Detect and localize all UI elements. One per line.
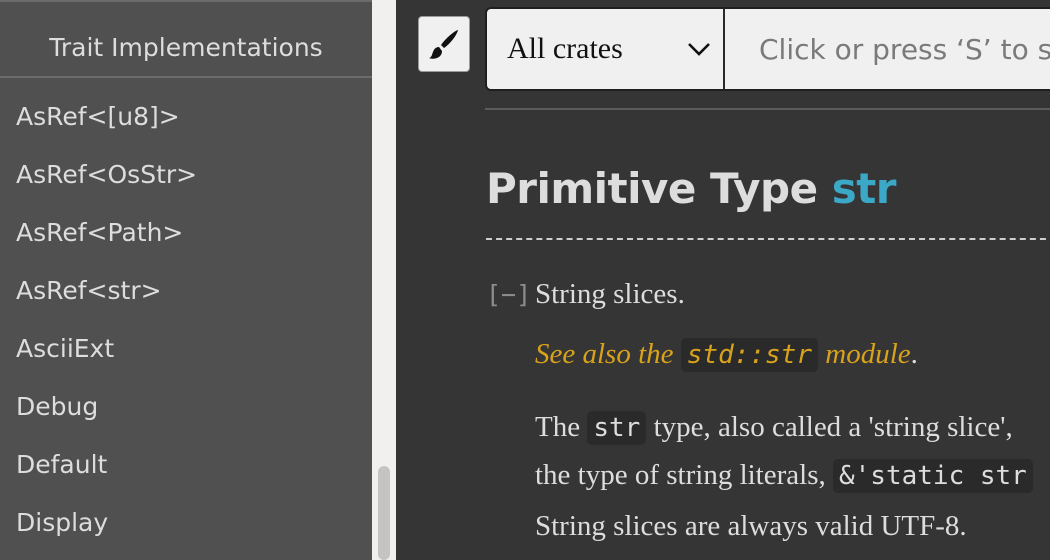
summary-text: String slices. [535, 278, 685, 310]
sidebar-item-asref-str[interactable]: AsRef<str> [16, 262, 197, 320]
see-also-note: See also the std::str module. [535, 338, 918, 372]
sidebar: Trait Implementations AsRef<[u8]> AsRef<… [0, 0, 372, 560]
page-title-type-name[interactable]: str [832, 164, 897, 213]
see-also-suffix[interactable]: module [825, 338, 910, 370]
see-also-period: . [910, 338, 918, 370]
sidebar-item-default[interactable]: Default [16, 436, 197, 494]
theme-picker-button[interactable] [418, 16, 470, 72]
utf8-note: String slices are always valid UTF-8. [535, 510, 967, 542]
sidebar-item-display[interactable]: Display [16, 494, 197, 552]
sidebar-section-title[interactable]: Trait Implementations [0, 0, 372, 78]
sidebar-list: AsRef<[u8]> AsRef<OsStr> AsRef<Path> AsR… [16, 88, 197, 552]
desc-line1-prefix: The [535, 411, 581, 443]
str-code: str [587, 411, 647, 445]
description-line-2: the type of string literals, &'static st… [535, 452, 1033, 500]
page-title: Primitive Type str [486, 164, 897, 213]
desc-line2-prefix: the type of string literals, [535, 459, 826, 491]
crate-select[interactable]: All crates [487, 9, 725, 89]
search-input[interactable] [725, 9, 1050, 89]
static-str-code: &'static str [833, 459, 1033, 493]
crate-select-value: All crates [507, 32, 623, 65]
sidebar-scrollbar-thumb[interactable] [378, 466, 390, 560]
main-content: All crates Primitive Type str [−] String… [396, 0, 1050, 560]
sidebar-item-debug[interactable]: Debug [16, 378, 197, 436]
chevron-down-icon [688, 43, 710, 56]
desc-line1-suffix: type, also called a 'string slice', [653, 411, 1013, 443]
see-also-prefix: See also the [535, 338, 674, 370]
collapse-toggle[interactable]: [−] [486, 280, 531, 309]
header-divider [485, 108, 1050, 110]
description-line-1: The str type, also called a 'string slic… [535, 404, 1033, 452]
sidebar-item-asciiext[interactable]: AsciiExt [16, 320, 197, 378]
title-divider [486, 238, 1050, 240]
sidebar-item-asref-osstr[interactable]: AsRef<OsStr> [16, 146, 197, 204]
paintbrush-icon [429, 30, 458, 59]
description-paragraph: The str type, also called a 'string slic… [535, 404, 1033, 500]
search-bar: All crates [485, 7, 1050, 91]
sidebar-item-asref-path[interactable]: AsRef<Path> [16, 204, 197, 262]
std-str-module-link[interactable]: std::str [680, 338, 818, 372]
sidebar-item-asref-u8[interactable]: AsRef<[u8]> [16, 88, 197, 146]
page-title-prefix: Primitive Type [486, 164, 818, 213]
